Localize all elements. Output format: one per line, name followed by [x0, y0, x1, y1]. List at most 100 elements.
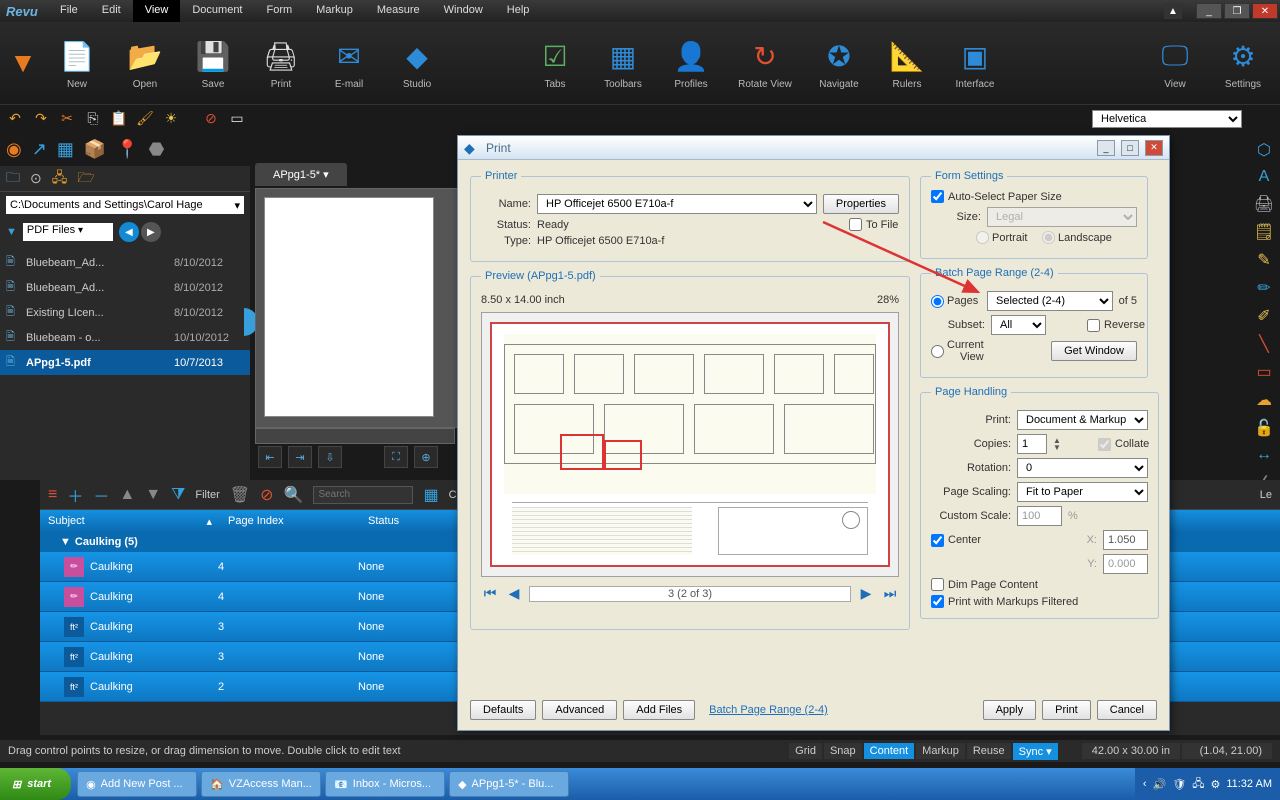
file-row[interactable]: 🗎Bluebeam_Ad...8/10/2012 [0, 275, 250, 300]
cancel-button[interactable]: Cancel [1097, 700, 1157, 720]
funnel-icon[interactable]: ⧩ [171, 486, 185, 504]
rect-icon[interactable]: ▭ [1256, 362, 1271, 382]
col-page-index[interactable]: Page Index [220, 515, 360, 527]
task-item[interactable]: ◆APpg1-5* - Blu... [449, 771, 569, 797]
ribbon-email[interactable]: ✉E-mail [320, 37, 378, 90]
filter-select[interactable]: PDF Files ▾ [23, 223, 113, 241]
ribbon-dropdown-icon[interactable]: ▼ [8, 43, 38, 83]
paste-icon[interactable]: 📋 [108, 108, 130, 130]
plus-icon[interactable]: ＋ [67, 483, 83, 507]
ribbon-navigate[interactable]: ✪Navigate [810, 37, 868, 90]
menu-help[interactable]: Help [495, 0, 542, 22]
copies-input[interactable] [1017, 434, 1047, 454]
properties-button[interactable]: Properties [823, 194, 899, 214]
ribbon-toolbars[interactable]: ▦Toolbars [594, 37, 652, 90]
fit-width-icon[interactable]: ⇤ [258, 446, 282, 468]
font-select[interactable]: Helvetica [1092, 110, 1242, 128]
apply-button[interactable]: Apply [983, 700, 1037, 720]
status-content[interactable]: Content [864, 743, 915, 759]
tab-document[interactable]: APpg1-5* ▾ [255, 163, 347, 186]
print-strip-icon[interactable]: 🖨 [1254, 194, 1274, 214]
task-item[interactable]: 📧Inbox - Micros... [325, 771, 445, 797]
menu-markup[interactable]: Markup [304, 0, 365, 22]
cut-icon[interactable]: ✂ [56, 108, 78, 130]
ribbon-studio[interactable]: ◆Studio [388, 37, 446, 90]
menu-form[interactable]: Form [255, 0, 305, 22]
pin-icon[interactable]: 📍 [116, 139, 138, 160]
clear-icon[interactable]: ⊘ [260, 485, 273, 505]
menu-view[interactable]: View [133, 0, 181, 22]
dialog-maximize[interactable]: □ [1121, 140, 1139, 156]
doc-hscroll[interactable] [255, 428, 455, 444]
start-button[interactable]: ⊞start [0, 768, 71, 800]
page-nav-icon[interactable]: ⇥ [288, 446, 312, 468]
subset-select[interactable]: All [991, 315, 1046, 335]
nav-back[interactable]: ◀ [119, 222, 139, 242]
lock-icon[interactable]: 🔓 [1254, 418, 1274, 438]
file-row[interactable]: 🗎Bluebeam - o...10/10/2012 [0, 325, 250, 350]
minimize-button[interactable]: _ [1196, 3, 1222, 19]
col-subject[interactable]: Subject ▴ [40, 515, 220, 528]
getwindow-button[interactable]: Get Window [1051, 341, 1137, 361]
file-row[interactable]: 🗎APpg1-5.pdf10/7/2013 [0, 350, 250, 375]
advanced-button[interactable]: Advanced [542, 700, 617, 720]
currentview-radio[interactable]: Current View [931, 339, 981, 363]
tray-icon[interactable]: 🔊 [1153, 778, 1167, 791]
pen-icon[interactable]: ✏ [1257, 278, 1270, 298]
tray-icon[interactable]: 🖧 [1192, 775, 1204, 794]
ribbon-view[interactable]: 🖵View [1146, 37, 1204, 90]
fit-page-icon[interactable]: ⛶ [384, 446, 408, 468]
pin-arrow-icon[interactable]: ↗ [32, 139, 47, 160]
undo-icon[interactable]: ↶ [4, 108, 26, 130]
menu-edit[interactable]: Edit [90, 0, 133, 22]
dialog-titlebar[interactable]: ◆ Print _ □ ✕ [458, 136, 1169, 160]
search-input[interactable] [313, 486, 413, 504]
maximize-button[interactable]: ❐ [1224, 3, 1250, 19]
status-sync[interactable]: Sync ▾ [1013, 743, 1058, 760]
refresh-icon[interactable]: 🗁 [77, 167, 94, 191]
col-status[interactable]: Status [360, 515, 407, 527]
first-page-icon[interactable]: ⏮ [481, 585, 499, 602]
grid-icon[interactable]: ▦ [57, 139, 74, 160]
reverse-checkbox[interactable]: Reverse [1087, 319, 1137, 332]
task-item[interactable]: ◉Add New Post ... [77, 771, 197, 797]
polygon-icon[interactable]: ⬡ [1257, 140, 1271, 160]
dim-checkbox[interactable]: Dim Page Content [931, 578, 1148, 591]
drop-icon[interactable]: ⬣ [149, 139, 165, 160]
status-reuse[interactable]: Reuse [967, 743, 1011, 759]
menu-document[interactable]: Document [180, 0, 254, 22]
next-page-icon[interactable]: ▶ [857, 585, 875, 602]
path-field[interactable]: C:\Documents and Settings\Carol Hage▾ [6, 196, 244, 214]
status-snap[interactable]: Snap [824, 743, 862, 759]
stamp-icon[interactable]: ⊘ [200, 108, 222, 130]
tray-icon[interactable]: 🛡 [1172, 778, 1186, 791]
tray-icon[interactable]: ⚙ [1210, 778, 1220, 791]
print-button[interactable]: Print [1042, 700, 1091, 720]
document-page[interactable] [264, 197, 434, 417]
highlight-strip-icon[interactable]: ✎ [1257, 250, 1270, 270]
task-item[interactable]: 🏠VZAccess Man... [201, 771, 321, 797]
addfiles-button[interactable]: Add Files [623, 700, 695, 720]
ribbon-settings[interactable]: ⚙Settings [1214, 37, 1272, 90]
file-row[interactable]: 🗎Bluebeam_Ad...8/10/2012 [0, 250, 250, 275]
tofile-checkbox[interactable]: To File [849, 218, 899, 231]
scaling-select[interactable]: Fit to Paper [1017, 482, 1148, 502]
dialog-minimize[interactable]: _ [1097, 140, 1115, 156]
highlight-icon[interactable]: ☀ [160, 108, 182, 130]
autosize-checkbox[interactable]: Auto-Select Paper Size [931, 190, 1137, 203]
printer-select[interactable]: HP Officejet 6500 E710a-f [537, 194, 817, 214]
copy-icon[interactable]: ⎘ [82, 108, 104, 130]
ribbon-tabs[interactable]: ☑Tabs [526, 37, 584, 90]
pages-radio[interactable]: Pages [931, 295, 981, 308]
menu-window[interactable]: Window [432, 0, 495, 22]
ribbon-print[interactable]: 🖨Print [252, 37, 310, 90]
format-icon[interactable]: 🖌 [134, 108, 156, 130]
menu-file[interactable]: File [48, 0, 90, 22]
tray-expand-icon[interactable]: ‹ [1143, 778, 1147, 790]
note-icon[interactable]: 🗒 [1254, 222, 1274, 242]
ribbon-save[interactable]: 💾Save [184, 37, 242, 90]
minus-icon[interactable]: － [93, 483, 109, 507]
trash-icon[interactable]: 🗑 [230, 485, 250, 505]
disk-icon[interactable]: ⊙ [30, 170, 42, 187]
text-icon[interactable]: A [1259, 168, 1270, 186]
